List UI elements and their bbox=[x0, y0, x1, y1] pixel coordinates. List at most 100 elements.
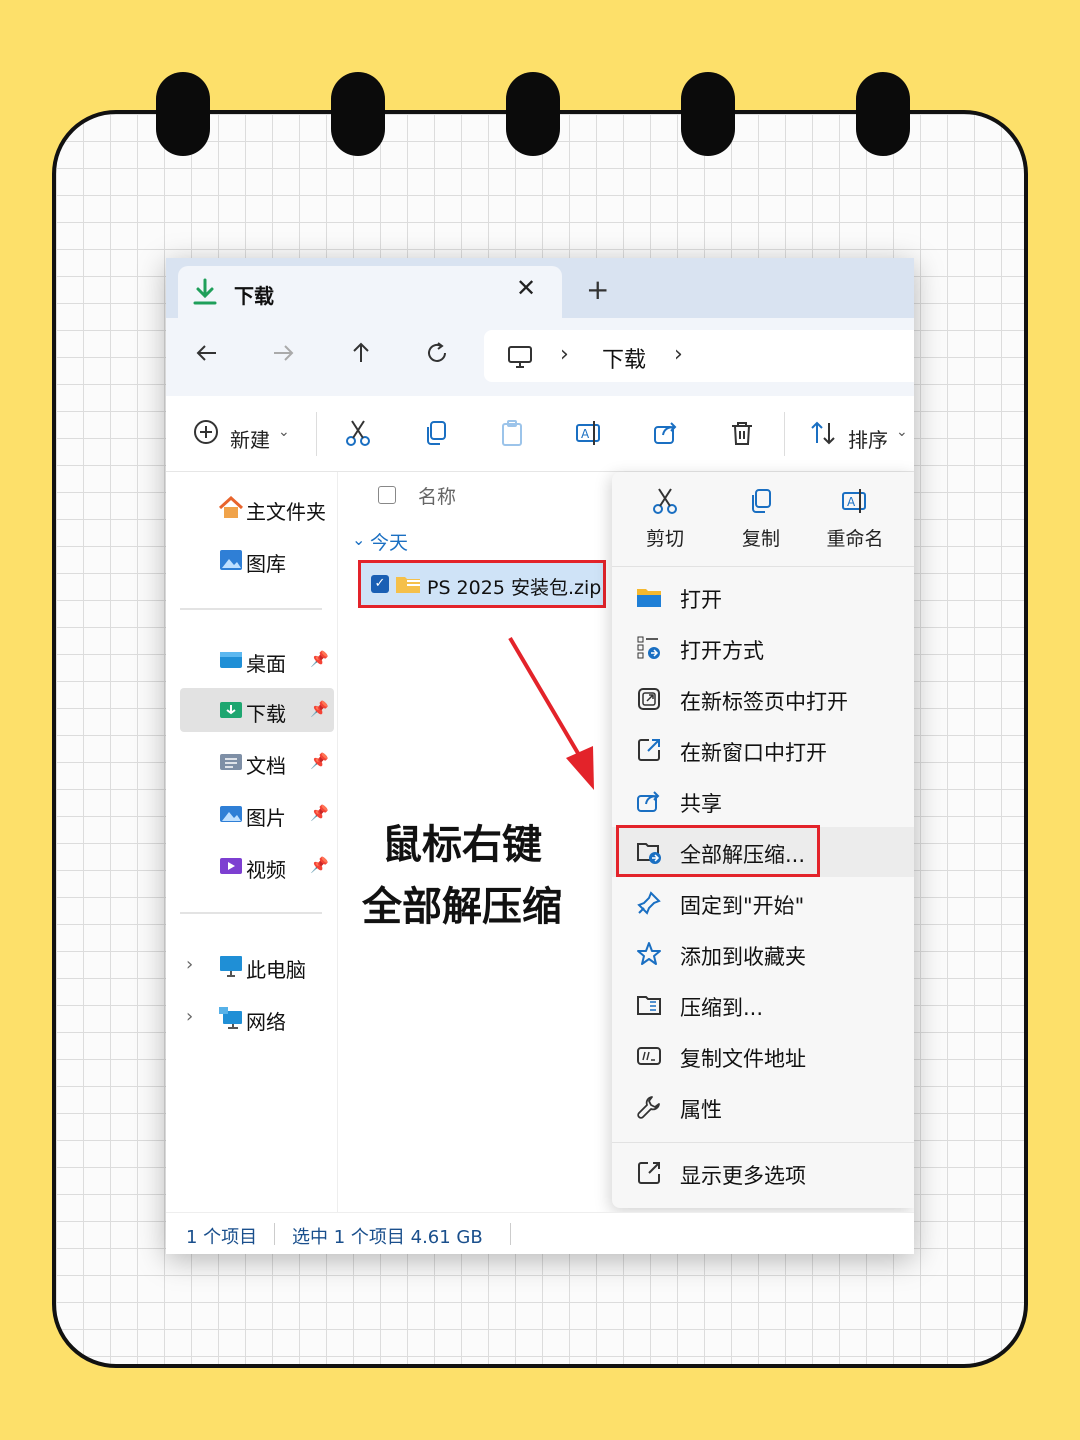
sidebar-item-label: 图库 bbox=[246, 552, 286, 576]
menu-item-open-new-tab[interactable]: 在新标签页中打开 bbox=[612, 674, 914, 724]
divider bbox=[274, 1223, 275, 1245]
sidebar-item-home[interactable]: 主文件夹 bbox=[180, 486, 334, 530]
menu-item-pin-to-start[interactable]: 固定到"开始" bbox=[612, 878, 914, 928]
computer-icon bbox=[218, 954, 244, 978]
sort-icon[interactable] bbox=[808, 418, 838, 452]
divider bbox=[612, 1142, 914, 1143]
pin-icon[interactable]: 📌 bbox=[310, 700, 329, 718]
sidebar-item-pictures[interactable]: 图片 📌 bbox=[180, 792, 334, 836]
sidebar-item-downloads[interactable]: 下载 📌 bbox=[180, 688, 334, 732]
arrow-right-icon bbox=[274, 345, 294, 361]
menu-item-show-more-options[interactable]: 显示更多选项 bbox=[612, 1148, 914, 1198]
pin-icon[interactable]: 📌 bbox=[310, 752, 329, 770]
paste-button[interactable] bbox=[498, 418, 526, 452]
new-tab-button[interactable]: + bbox=[586, 276, 609, 304]
sidebar-item-label: 下载 bbox=[246, 702, 286, 726]
checkmark-icon[interactable]: ✓ bbox=[371, 575, 389, 593]
scissors-icon bbox=[653, 488, 677, 514]
menu-item-copy-path[interactable]: 复制文件地址 bbox=[612, 1031, 914, 1081]
menu-item-compress-to[interactable]: 压缩到... bbox=[612, 980, 914, 1030]
group-header-today[interactable]: 今天 bbox=[370, 528, 408, 555]
menu-item-label: 添加到收藏夹 bbox=[680, 945, 806, 969]
chevron-down-icon[interactable]: ⌄ bbox=[352, 530, 365, 549]
chevron-right-icon[interactable]: › bbox=[674, 342, 683, 367]
copy-path-icon bbox=[636, 1043, 662, 1069]
back-button[interactable] bbox=[194, 340, 220, 371]
select-all-checkbox[interactable] bbox=[378, 486, 396, 504]
copy-icon bbox=[427, 421, 446, 445]
cut-button[interactable] bbox=[344, 418, 372, 452]
sidebar-item-network[interactable]: › 网络 bbox=[180, 996, 334, 1040]
sidebar-item-gallery[interactable]: 图库 bbox=[180, 538, 334, 582]
sidebar-item-label: 图片 bbox=[246, 806, 286, 830]
annotation-line: 全部解压缩 bbox=[362, 884, 562, 930]
up-button[interactable] bbox=[348, 340, 374, 371]
menu-item-open-new-window[interactable]: 在新窗口中打开 bbox=[612, 725, 914, 775]
chevron-down-icon[interactable]: ⌄ bbox=[896, 424, 908, 440]
binder-ring bbox=[506, 72, 560, 156]
sort-button[interactable]: 排序 bbox=[848, 424, 888, 453]
extract-icon bbox=[636, 839, 662, 865]
chevron-right-icon[interactable]: › bbox=[186, 1006, 193, 1027]
context-menu-quick-actions: 剪切 复制 A 重命名 bbox=[612, 472, 914, 564]
new-button[interactable]: 新建 bbox=[230, 424, 270, 453]
more-options-icon bbox=[636, 1160, 662, 1186]
menu-cut-button[interactable]: 剪切 bbox=[620, 486, 710, 551]
sidebar-item-videos[interactable]: 视频 📌 bbox=[180, 844, 334, 888]
menu-item-label: 属性 bbox=[680, 1098, 722, 1122]
plus-circle-icon[interactable] bbox=[192, 418, 220, 450]
share-button[interactable] bbox=[652, 418, 680, 452]
sidebar-item-documents[interactable]: 文档 📌 bbox=[180, 740, 334, 784]
copy-button[interactable] bbox=[422, 418, 450, 452]
desktop-folder-icon bbox=[218, 648, 244, 672]
column-header-name[interactable]: 名称 bbox=[418, 482, 456, 509]
selection-info: 选中 1 个项目 4.61 GB bbox=[292, 1227, 483, 1248]
folder-icon bbox=[636, 584, 662, 610]
gallery-icon bbox=[218, 548, 244, 572]
breadcrumb-current[interactable]: 下载 bbox=[602, 342, 646, 374]
file-explorer-window: 下载 ✕ + › 下载 › 新建 ⌄ A 排序 ⌄ 主文件夹 图库 桌面 📌 下… bbox=[166, 258, 914, 1254]
documents-folder-icon bbox=[218, 750, 244, 774]
compress-icon bbox=[636, 992, 662, 1018]
refresh-icon bbox=[428, 342, 446, 362]
file-row-selected[interactable]: ✓ PS 2025 安装包.zip bbox=[358, 560, 606, 608]
pictures-folder-icon bbox=[218, 802, 244, 826]
red-arrow-icon bbox=[508, 636, 594, 790]
forward-button[interactable] bbox=[270, 340, 296, 371]
sidebar-item-this-pc[interactable]: › 此电脑 bbox=[180, 944, 334, 988]
arrow-up-icon bbox=[353, 342, 369, 362]
rename-button[interactable]: A bbox=[574, 418, 604, 452]
tab-downloads[interactable]: 下载 ✕ bbox=[178, 266, 562, 318]
new-tab-icon bbox=[636, 686, 662, 712]
chevron-right-icon[interactable]: › bbox=[186, 954, 193, 975]
pin-icon[interactable]: 📌 bbox=[310, 650, 329, 668]
pin-icon[interactable]: 📌 bbox=[310, 804, 329, 822]
address-bar[interactable]: › 下载 › bbox=[484, 330, 914, 382]
context-menu: 剪切 复制 A 重命名 打开 打开方式 在新标签页中打开 在新窗口中打开 共享 … bbox=[612, 472, 914, 1208]
menu-item-share[interactable]: 共享 bbox=[612, 776, 914, 826]
pin-icon[interactable]: 📌 bbox=[310, 856, 329, 874]
sidebar-item-label: 主文件夹 bbox=[246, 500, 326, 524]
divider bbox=[180, 912, 322, 914]
menu-rename-button[interactable]: A 重命名 bbox=[810, 486, 900, 551]
status-bar: 1 个项目 选中 1 个项目 4.61 GB bbox=[166, 1212, 914, 1254]
pin-icon bbox=[636, 890, 662, 916]
chevron-down-icon[interactable]: ⌄ bbox=[278, 424, 290, 440]
instruction-annotation: 鼠标右键 全部解压缩 bbox=[332, 814, 592, 938]
delete-button[interactable] bbox=[728, 418, 756, 452]
menu-item-open-with[interactable]: 打开方式 bbox=[612, 623, 914, 673]
refresh-button[interactable] bbox=[424, 340, 450, 371]
menu-item-extract-all[interactable]: 全部解压缩... bbox=[612, 825, 914, 877]
divider bbox=[316, 412, 317, 456]
chevron-right-icon[interactable]: › bbox=[560, 342, 569, 367]
menu-item-properties[interactable]: 属性 bbox=[612, 1082, 914, 1132]
menu-item-add-favorites[interactable]: 添加到收藏夹 bbox=[612, 929, 914, 979]
tab-close-button[interactable]: ✕ bbox=[516, 274, 536, 302]
menu-copy-button[interactable]: 复制 bbox=[716, 486, 806, 551]
sidebar-item-desktop[interactable]: 桌面 📌 bbox=[180, 638, 334, 682]
binder-ring bbox=[856, 72, 910, 156]
menu-item-open[interactable]: 打开 bbox=[612, 572, 914, 622]
sidebar-item-label: 文档 bbox=[246, 754, 286, 778]
menu-item-label: 在新标签页中打开 bbox=[680, 690, 848, 714]
new-window-icon bbox=[636, 737, 662, 763]
